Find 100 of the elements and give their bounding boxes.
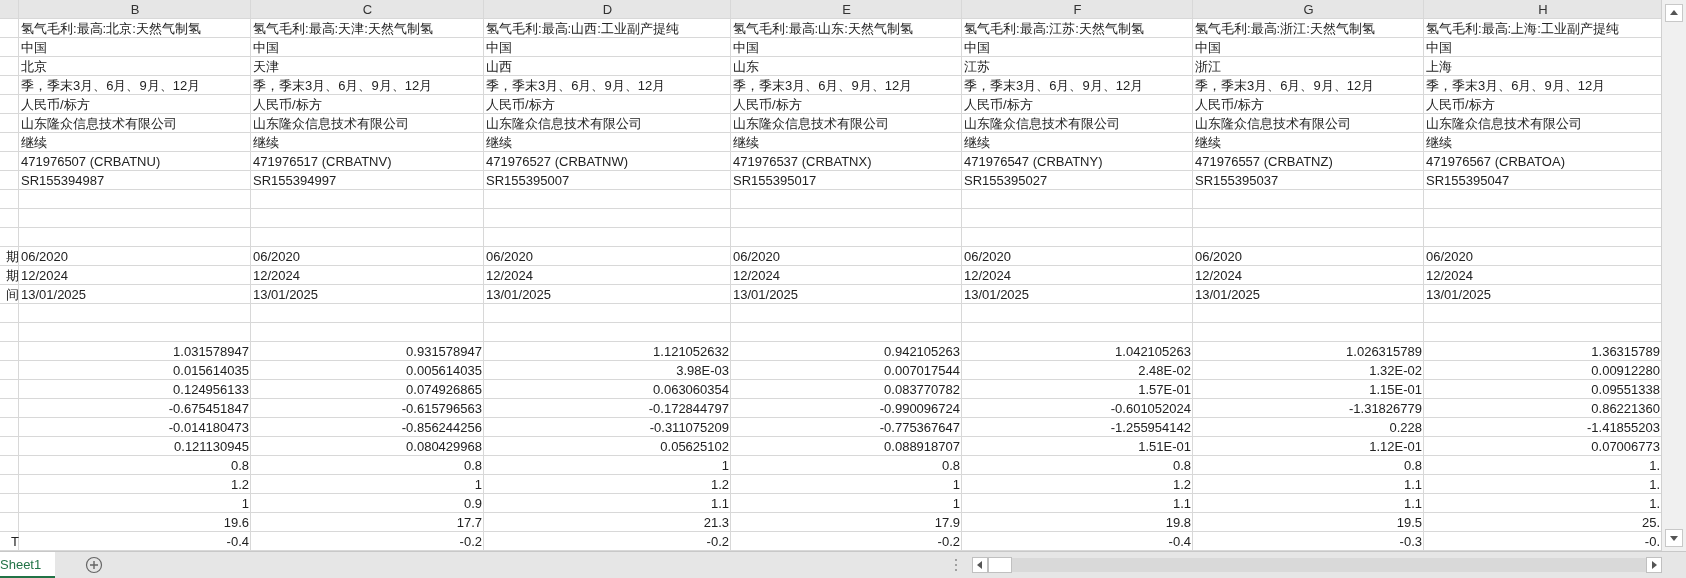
table-cell: 0.228 (1389, 421, 1422, 434)
table-cell: 0.86221360 (1591, 402, 1660, 415)
table-cell: 山东隆众信息技术有限公司 (1195, 117, 1351, 130)
scroll-up-icon[interactable] (1665, 4, 1683, 22)
table-cell: 0.8 (1403, 459, 1422, 472)
sheet-tab[interactable]: Sheet1 (0, 552, 55, 578)
table-cell: 季，季末3月、6月、9月、12月 (21, 79, 201, 92)
table-cell: 1 (721, 459, 729, 472)
table-cell: 氢气毛利:最高:浙江:天然气制氢 (1195, 22, 1375, 35)
table-cell: 12/2024 (964, 269, 1011, 282)
table-cell: 山东隆众信息技术有限公司 (733, 117, 889, 130)
table-cell: 0.121130945 (174, 440, 249, 453)
table-cell: 中国 (1195, 41, 1221, 54)
vertical-scrollbar[interactable] (1661, 0, 1686, 551)
scrollbar-thumb[interactable] (988, 557, 1012, 573)
row-label: 期 (6, 250, 19, 263)
horizontal-scrollbar[interactable] (1012, 558, 1646, 572)
table-cell: 13/01/2025 (253, 288, 319, 301)
table-cell: 1.15E-01 (1369, 383, 1422, 396)
table-cell: 13/01/2025 (1426, 288, 1492, 301)
table-cell: 继续 (253, 136, 279, 149)
table-cell: 1.121052632 (653, 345, 729, 358)
add-sheet-icon[interactable] (85, 556, 103, 574)
table-cell: 季，季末3月、6月、9月、12月 (733, 79, 913, 92)
table-cell: 12/2024 (21, 269, 68, 282)
table-cell: SR155395007 (486, 174, 570, 187)
table-cell: 471976557 (CRBATNZ) (1195, 155, 1333, 168)
table-cell: 1.32E-02 (1369, 364, 1422, 377)
table-cell: 471976527 (CRBATNW) (486, 155, 629, 168)
table-cell: 1 (952, 478, 960, 491)
table-cell: 3.98E-03 (676, 364, 729, 377)
table-cell: 1 (474, 478, 482, 491)
table-cell: 17.9 (934, 516, 960, 529)
table-cell: -0.675451847 (168, 402, 249, 415)
table-cell: 25. (1641, 516, 1660, 529)
table-cell: 中国 (733, 41, 759, 54)
table-cell: 19.8 (1165, 516, 1191, 529)
table-cell: -0.4 (1168, 535, 1191, 548)
table-cell: 13/01/2025 (733, 288, 799, 301)
column-header[interactable]: G (1193, 0, 1424, 19)
table-cell: 北京 (21, 60, 47, 73)
table-cell: 12/2024 (1195, 269, 1242, 282)
table-cell: 继续 (21, 136, 47, 149)
table-cell: 0.9 (463, 497, 482, 510)
column-header[interactable]: B (19, 0, 251, 19)
table-cell: SR155395017 (733, 174, 817, 187)
table-cell: 人民币/标方 (1426, 98, 1495, 111)
table-cell: 中国 (964, 41, 990, 54)
table-cell: -1.31826779 (1349, 402, 1422, 415)
table-cell: 1. (1649, 459, 1660, 472)
table-cell: 1.1 (1403, 478, 1422, 491)
column-header[interactable]: D (484, 0, 731, 19)
column-header[interactable]: C (251, 0, 484, 19)
table-cell: 浙江 (1195, 60, 1221, 73)
table-cell: 06/2020 (486, 250, 533, 263)
table-cell: -0.3 (1399, 535, 1422, 548)
table-cell: -0.856244256 (401, 421, 482, 434)
table-cell: 471976537 (CRBATNX) (733, 155, 872, 168)
table-cell: 1.026315789 (1346, 345, 1422, 358)
table-cell: 1.57E-01 (1138, 383, 1191, 396)
table-cell: 12/2024 (1426, 269, 1473, 282)
column-header[interactable]: E (731, 0, 962, 19)
table-cell: 继续 (1195, 136, 1221, 149)
table-cell: 中国 (1426, 41, 1452, 54)
table-cell: 1.51E-01 (1138, 440, 1191, 453)
table-cell: 1. (1649, 497, 1660, 510)
table-cell: 季，季末3月、6月、9月、12月 (486, 79, 666, 92)
table-cell: 氢气毛利:最高:北京:天然气制氢 (21, 22, 201, 35)
table-cell: 0.015614035 (173, 364, 249, 377)
table-cell: 0.8 (941, 459, 960, 472)
scroll-down-icon[interactable] (1665, 529, 1683, 547)
table-cell: 1.1 (1172, 497, 1191, 510)
column-header[interactable]: F (962, 0, 1193, 19)
table-cell: 0.005614035 (406, 364, 482, 377)
table-cell: 0.124956133 (173, 383, 249, 396)
table-cell: 19.6 (223, 516, 249, 529)
table-cell: -0.2 (459, 535, 482, 548)
table-cell: -0. (1644, 535, 1660, 548)
table-cell: 12/2024 (486, 269, 533, 282)
table-cell: 氢气毛利:最高:上海:工业副产提纯 (1426, 22, 1619, 35)
table-cell: 06/2020 (964, 250, 1011, 263)
table-cell: 0.8 (1172, 459, 1191, 472)
table-cell: 继续 (1426, 136, 1452, 149)
table-cell: 1 (241, 497, 249, 510)
column-header[interactable]: H (1424, 0, 1661, 19)
table-cell: 471976567 (CRBATOA) (1426, 155, 1565, 168)
table-cell: 继续 (733, 136, 759, 149)
scroll-left-icon[interactable] (972, 557, 988, 573)
table-cell: 06/2020 (21, 250, 68, 263)
table-cell: -0.4 (226, 535, 249, 548)
table-cell: 季，季末3月、6月、9月、12月 (1426, 79, 1606, 92)
table-cell: 1.042105263 (1115, 345, 1191, 358)
table-cell: 1.12E-01 (1369, 440, 1422, 453)
table-cell: 0.8 (230, 459, 249, 472)
table-cell: SR155395047 (1426, 174, 1510, 187)
table-cell: 山东隆众信息技术有限公司 (21, 117, 177, 130)
table-cell: -0.311075209 (649, 421, 729, 434)
table-cell: SR155395027 (964, 174, 1048, 187)
scroll-right-icon[interactable] (1646, 557, 1662, 573)
table-cell: 1. (1649, 478, 1660, 491)
